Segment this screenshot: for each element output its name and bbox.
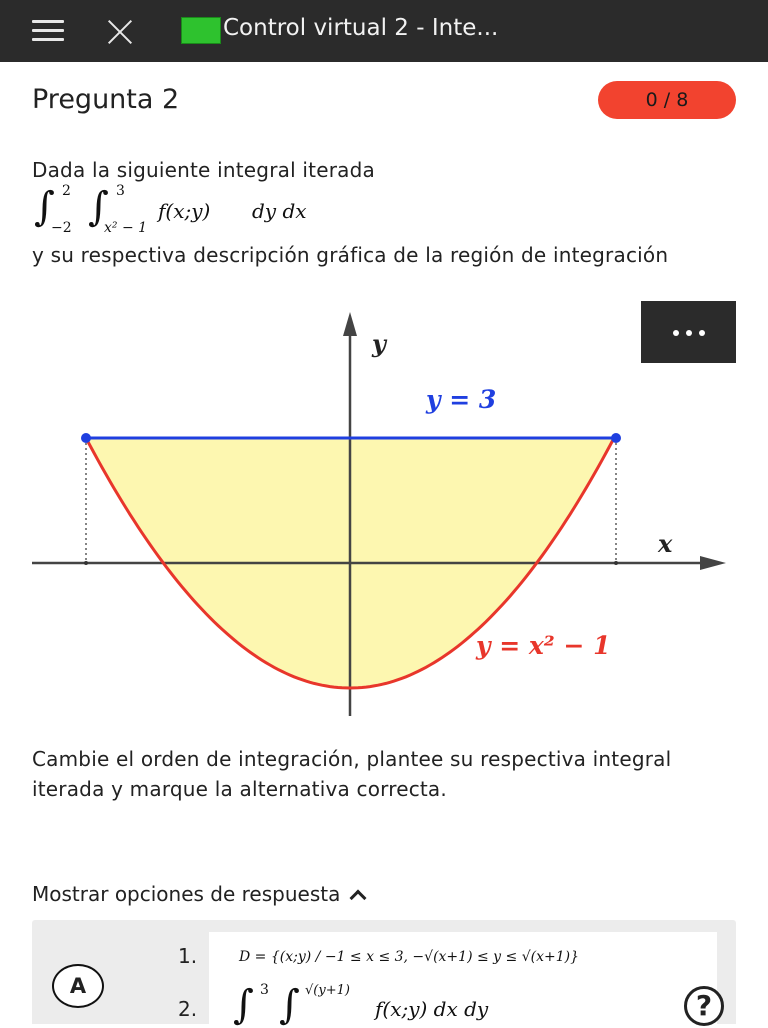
upper-curve-label: y = 3 <box>425 385 496 414</box>
integrand: f(x;y) <box>158 199 211 223</box>
inner-lower-limit: x² − 1 <box>104 220 148 236</box>
outer-lower-limit: −2 <box>51 220 72 236</box>
show-options-label: Mostrar opciones de respuesta <box>32 882 341 906</box>
description-text: y su respectiva descripción gráfica de l… <box>32 243 669 267</box>
right-endpoint <box>611 433 621 443</box>
left-endpoint <box>81 433 91 443</box>
inner-upper-limit: 3 <box>116 183 125 199</box>
green-square-icon <box>181 17 221 44</box>
option-integral-sign-inner: ∫ <box>279 982 300 1028</box>
option-line-number-1: 1. <box>178 944 198 968</box>
x-axis-arrow <box>700 556 726 570</box>
show-options-toggle[interactable]: Mostrar opciones de respuesta <box>32 882 367 907</box>
domain-definition: D = {(x;y) / −1 ≤ x ≤ 3, −√(x+1) ≤ y ≤ √… <box>239 949 579 965</box>
option-line-number-2: 2. <box>178 997 198 1021</box>
outer-upper-limit: 2 <box>62 183 71 199</box>
score-badge: 0 / 8 <box>598 81 736 119</box>
option-inner-upper: √(y+1) <box>305 983 350 998</box>
help-icon[interactable]: ? <box>684 986 724 1026</box>
question-title: Pregunta 2 <box>32 84 180 115</box>
region-graph: y x y = 3 y = x² − 1 <box>32 312 726 716</box>
hamburger-icon[interactable] <box>32 20 64 42</box>
top-bar: Control virtual 2 - Inte... <box>0 0 768 62</box>
intro-text: Dada la siguiente integral iterada <box>32 158 375 182</box>
option-a-radio[interactable]: A <box>52 964 104 1008</box>
differentials: dy dx <box>252 199 307 223</box>
y-axis-label: y <box>371 329 388 358</box>
option-outer-upper: 3 <box>260 982 269 998</box>
lower-curve-label: y = x² − 1 <box>475 631 611 660</box>
chevron-up-icon <box>349 889 367 907</box>
x-axis-label: x <box>657 529 673 558</box>
right-tick-dot <box>614 561 618 565</box>
close-icon[interactable] <box>104 16 136 48</box>
left-tick-dot <box>84 561 88 565</box>
option-integrand: f(x;y) dx dy <box>375 997 489 1021</box>
y-axis-arrow <box>343 312 357 336</box>
option-a-content: D = {(x;y) / −1 ≤ x ≤ 3, −√(x+1) ≤ y ≤ √… <box>209 932 717 1028</box>
instruction-text: Cambie el orden de integración, plantee … <box>32 747 672 801</box>
option-integral-sign-outer: ∫ <box>233 982 254 1028</box>
app-title: Control virtual 2 - Inte... <box>223 15 499 41</box>
